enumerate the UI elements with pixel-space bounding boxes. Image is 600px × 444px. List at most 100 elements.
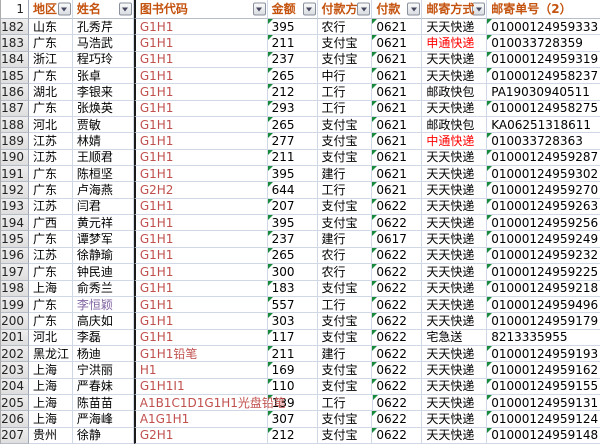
cell-tracking[interactable]: 010033728363 xyxy=(487,133,600,149)
cell-ship[interactable]: 天天快递 xyxy=(422,182,487,198)
cell-paydate[interactable]: 0622 xyxy=(373,395,423,411)
cell-paydate[interactable]: 0622 xyxy=(372,264,422,280)
cell-code[interactable]: G1H1 xyxy=(134,101,268,117)
cell-amount[interactable]: 265 xyxy=(268,248,318,264)
cell-amount[interactable]: 395 xyxy=(268,215,318,231)
cell-payer[interactable]: 农行 xyxy=(318,264,373,280)
cell-paydate[interactable]: 0621 xyxy=(372,150,422,166)
cell-ship[interactable]: 天天快递 xyxy=(422,297,487,313)
cell-region[interactable]: 上海 xyxy=(29,281,73,297)
cell-code[interactable]: G1H1 xyxy=(134,248,268,264)
cell-paydate[interactable]: 0622 xyxy=(372,330,422,346)
cell-payer[interactable]: 中行 xyxy=(318,68,373,84)
cell-amount[interactable]: 117 xyxy=(268,330,318,346)
row-number[interactable]: 205 xyxy=(1,395,29,411)
cell-ship[interactable]: 天天快递 xyxy=(422,199,487,215)
cell-name[interactable]: 俞秀兰 xyxy=(73,281,134,297)
cell-amount[interactable]: 557 xyxy=(268,297,318,313)
cell-amount[interactable]: 212 xyxy=(268,428,318,444)
cell-region[interactable]: 上海 xyxy=(29,395,73,411)
cell-amount[interactable]: 303 xyxy=(268,313,318,329)
cell-amount[interactable]: 110 xyxy=(268,379,318,395)
cell-payer[interactable]: 支付宝 xyxy=(318,35,373,51)
cell-name[interactable]: 徐静 xyxy=(73,428,134,444)
cell-region[interactable]: 广东 xyxy=(29,182,73,198)
cell-tracking[interactable]: 01000124959179 xyxy=(487,313,600,329)
cell-code[interactable]: A1G1H1 xyxy=(134,411,268,427)
cell-paydate[interactable]: 0622 xyxy=(372,313,422,329)
cell-tracking[interactable]: 01000124959218 xyxy=(487,281,600,297)
cell-payer[interactable]: 支付宝 xyxy=(318,215,373,231)
cell-code[interactable]: G1H1 xyxy=(134,117,268,133)
row-number[interactable]: 197 xyxy=(1,264,29,280)
column-header-paydate[interactable]: 付款 xyxy=(372,0,422,19)
cell-payer[interactable]: 工行 xyxy=(318,395,373,411)
cell-tracking[interactable]: 8213335955 xyxy=(487,330,600,346)
cell-region[interactable]: 河北 xyxy=(29,330,73,346)
cell-paydate[interactable]: 0621 xyxy=(372,133,422,149)
cell-code[interactable]: G1H1 xyxy=(134,150,268,166)
cell-code[interactable]: G1H1 xyxy=(134,166,268,182)
cell-tracking[interactable]: 01000124959270 xyxy=(487,182,600,198)
filter-dropdown-region[interactable] xyxy=(58,3,71,16)
cell-region[interactable]: 贵州 xyxy=(29,428,73,444)
cell-ship[interactable]: 天天快递 xyxy=(422,428,487,444)
cell-paydate[interactable]: 0622 xyxy=(372,428,422,444)
cell-amount[interactable]: 212 xyxy=(268,84,318,100)
cell-paydate[interactable]: 0621 xyxy=(372,84,422,100)
cell-amount[interactable]: 211 xyxy=(268,346,318,362)
row-number[interactable]: 198 xyxy=(1,281,29,297)
cell-tracking[interactable]: 01000124959249 xyxy=(487,231,600,247)
cell-payer[interactable]: 建行 xyxy=(318,231,373,247)
cell-name[interactable]: 贾敏 xyxy=(73,117,134,133)
cell-amount[interactable]: 237 xyxy=(268,52,318,68)
cell-payer[interactable]: 支付宝 xyxy=(318,379,373,395)
cell-payer[interactable]: 支付宝 xyxy=(318,330,373,346)
filter-dropdown-code[interactable] xyxy=(253,3,266,16)
row-number[interactable]: 188 xyxy=(1,117,29,133)
cell-payer[interactable]: 支付宝 xyxy=(318,281,373,297)
cell-payer[interactable]: 农行 xyxy=(318,248,373,264)
cell-tracking[interactable]: 01000124959287 xyxy=(487,150,600,166)
cell-amount[interactable]: 300 xyxy=(268,264,318,280)
cell-payer[interactable]: 工行 xyxy=(318,84,373,100)
cell-region[interactable]: 江苏 xyxy=(29,199,73,215)
cell-region[interactable]: 山东 xyxy=(29,19,73,35)
row-number[interactable]: 184 xyxy=(1,52,29,68)
cell-code[interactable]: G1H1I1 xyxy=(134,379,268,395)
row-number[interactable]: 202 xyxy=(1,346,29,362)
column-header-ship[interactable]: 邮寄方式 xyxy=(422,0,487,19)
cell-ship[interactable]: 天天快递 xyxy=(422,215,487,231)
cell-region[interactable]: 广东 xyxy=(29,264,73,280)
cell-name[interactable]: 高庆如 xyxy=(73,313,134,329)
cell-payer[interactable]: 支付宝 xyxy=(318,117,373,133)
row-number[interactable]: 191 xyxy=(1,166,29,182)
cell-paydate[interactable]: 0622 xyxy=(372,411,422,427)
row-number[interactable]: 203 xyxy=(1,362,29,378)
cell-name[interactable]: 宁洪丽 xyxy=(73,362,134,378)
row-number[interactable]: 195 xyxy=(1,231,29,247)
row-number[interactable]: 199 xyxy=(1,297,29,313)
cell-name[interactable]: 李恒颖 xyxy=(73,297,134,313)
cell-amount[interactable]: 237 xyxy=(268,231,318,247)
cell-code[interactable]: G1H1 xyxy=(134,297,268,313)
row-number[interactable]: 190 xyxy=(1,150,29,166)
cell-ship[interactable]: 申通快递 xyxy=(422,35,487,51)
cell-code[interactable]: G1H1 xyxy=(134,133,268,149)
cell-tracking[interactable]: 01000124959333 xyxy=(487,19,600,35)
cell-region[interactable]: 广西 xyxy=(29,215,73,231)
row-number[interactable]: 185 xyxy=(1,68,29,84)
cell-code[interactable]: G1H1 xyxy=(134,313,268,329)
cell-payer[interactable]: 支付宝 xyxy=(318,313,373,329)
cell-region[interactable]: 江苏 xyxy=(29,150,73,166)
cell-ship[interactable]: 中通快递 xyxy=(422,133,487,149)
column-header-code[interactable]: 图书代码 xyxy=(134,0,268,19)
cell-ship[interactable]: 天天快递 xyxy=(422,248,487,264)
cell-paydate[interactable]: 0621 xyxy=(372,101,422,117)
row-number[interactable]: 200 xyxy=(1,313,29,329)
cell-amount[interactable]: 169 xyxy=(268,362,318,378)
cell-code[interactable]: G1H1 xyxy=(134,231,268,247)
column-header-payer[interactable]: 付款方 xyxy=(318,0,373,19)
cell-ship[interactable]: 天天快递 xyxy=(422,313,487,329)
cell-tracking[interactable]: 01000124959155 xyxy=(487,379,600,395)
